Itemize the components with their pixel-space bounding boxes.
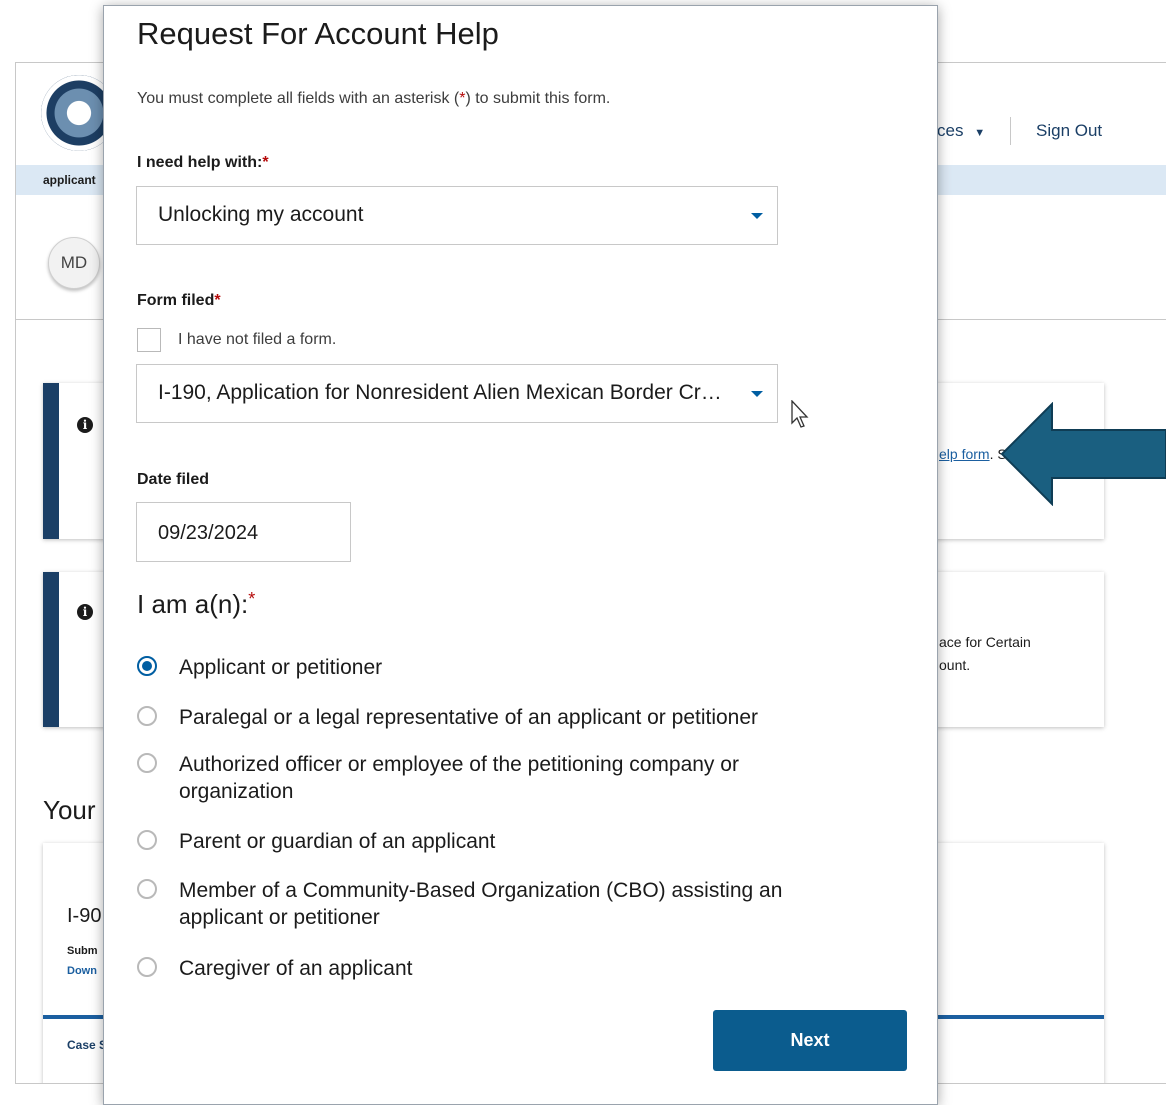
- role-heading: I am a(n):*: [137, 589, 255, 620]
- radio-button[interactable]: [137, 830, 157, 850]
- required-asterisk: *: [262, 154, 269, 171]
- caret-down-icon: [751, 391, 763, 397]
- alert2-line1: ace for Certain: [939, 634, 1031, 650]
- radio-label: Caregiver of an applicant: [179, 957, 413, 980]
- section-heading: Your: [43, 795, 96, 825]
- resources-menu-label: ces: [937, 121, 964, 140]
- radio-button[interactable]: [137, 753, 157, 773]
- form-filed-select-value: I-190, Application for Nonresident Alien…: [158, 381, 728, 404]
- avatar[interactable]: MD: [48, 237, 100, 289]
- next-button[interactable]: Next: [713, 1010, 907, 1071]
- left-arrow-icon: [1000, 402, 1166, 506]
- form-filed-label-text: Form filed: [137, 292, 215, 309]
- date-filed-value: 09/23/2024: [158, 522, 259, 544]
- modal-instructions: You must complete all fields with an ast…: [137, 90, 610, 108]
- not-filed-checkbox-label[interactable]: I have not filed a form.: [178, 331, 336, 349]
- account-help-modal: Request For Account Help You must comple…: [103, 5, 938, 1105]
- radio-button-selected[interactable]: [137, 656, 157, 676]
- role-heading-text: I am a(n):: [137, 589, 249, 619]
- tab-case-status[interactable]: Case S: [67, 1038, 107, 1052]
- radio-button[interactable]: [137, 957, 157, 977]
- case-form-title: I-90: [67, 905, 102, 927]
- case-download-link[interactable]: Down: [67, 965, 97, 977]
- date-filed-label: Date filed: [137, 471, 210, 488]
- form-filed-select[interactable]: I-190, Application for Nonresident Alien…: [136, 364, 778, 423]
- caret-down-icon: ▼: [974, 127, 986, 139]
- date-filed-input[interactable]: 09/23/2024: [136, 502, 351, 562]
- caret-down-icon: [751, 213, 763, 219]
- case-submitted-label: Subm: [67, 945, 98, 957]
- radio-button[interactable]: [137, 706, 157, 726]
- radio-label: Applicant or petitioner: [179, 656, 383, 679]
- instructions-post: ) to submit this form.: [465, 90, 611, 107]
- radio-label: Member of a Community-Based Organization…: [179, 879, 783, 929]
- alert-text: elp form. S: [939, 446, 1007, 462]
- radio-label: Authorized officer or employee of the pe…: [179, 753, 739, 803]
- radio-label: Paralegal or a legal representative of a…: [179, 706, 759, 729]
- help-with-label: I need help with:*: [137, 154, 269, 172]
- header-divider: [1010, 117, 1011, 145]
- radio-button[interactable]: [137, 879, 157, 899]
- sign-out-link[interactable]: Sign Out: [1036, 121, 1102, 141]
- alert2-line2: ount.: [939, 657, 971, 673]
- info-icon: i: [77, 604, 93, 620]
- not-filed-checkbox[interactable]: [137, 328, 161, 352]
- modal-title: Request For Account Help: [137, 16, 499, 51]
- help-with-label-text: I need help with:: [137, 154, 263, 171]
- required-asterisk: *: [214, 292, 221, 309]
- radio-label: Parent or guardian of an applicant: [179, 830, 496, 853]
- help-with-select-value: Unlocking my account: [158, 203, 364, 226]
- form-filed-label: Form filed*: [137, 292, 221, 310]
- mouse-cursor-icon: [791, 400, 809, 428]
- required-asterisk: *: [248, 589, 256, 609]
- resources-menu[interactable]: ces ▼: [937, 121, 985, 141]
- help-with-select[interactable]: Unlocking my account: [136, 186, 778, 245]
- role-label: applicant: [43, 173, 96, 187]
- account-help-form-link[interactable]: elp form: [939, 446, 990, 462]
- instructions-pre: You must complete all fields with an ast…: [137, 90, 460, 107]
- info-icon: i: [77, 417, 93, 433]
